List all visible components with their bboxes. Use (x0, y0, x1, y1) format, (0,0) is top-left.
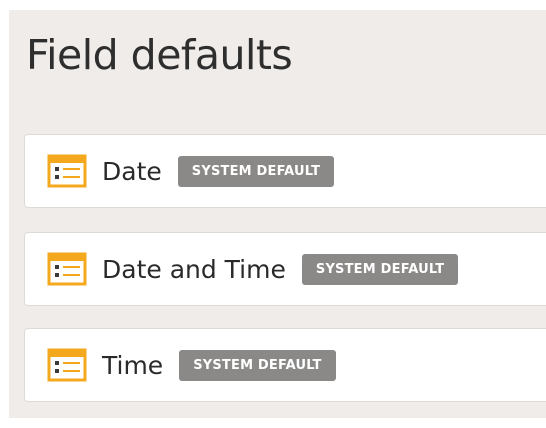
page-title: Field defaults (26, 31, 293, 79)
item-label: Date and Time (102, 254, 286, 284)
form-field-icon (47, 348, 87, 382)
system-default-badge: SYSTEM DEFAULT (179, 349, 336, 381)
system-default-badge: SYSTEM DEFAULT (177, 155, 335, 187)
form-field-icon (47, 252, 87, 286)
form-field-icon (47, 154, 87, 188)
list-item-time[interactable]: Time SYSTEM DEFAULT (24, 328, 546, 402)
list-item-date-and-time[interactable]: Date and Time SYSTEM DEFAULT (24, 232, 546, 306)
item-label: Time (102, 350, 164, 380)
list-item-date[interactable]: Date SYSTEM DEFAULT (24, 134, 546, 208)
system-default-badge: SYSTEM DEFAULT (301, 253, 459, 285)
item-label: Date (102, 156, 162, 186)
